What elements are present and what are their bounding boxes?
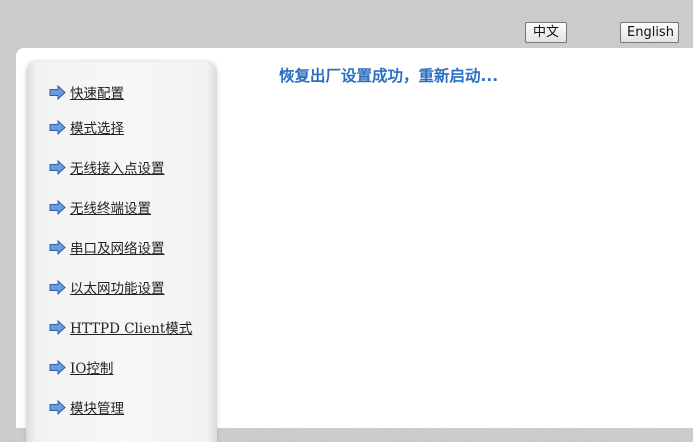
sidebar-item-label[interactable]: 串口及网络设置 [70,237,165,257]
status-message: 恢复出厂设置成功，重新启动... [279,67,499,85]
lang-chinese-button[interactable]: 中文 [525,22,567,43]
lang-english-button[interactable]: English [620,22,679,43]
sidebar-item-io-control[interactable]: IO控制 [49,357,113,377]
arrow-right-icon [49,279,66,295]
arrow-right-icon [49,359,66,375]
sidebar-item-httpd-client[interactable]: HTTPD Client模式 [49,317,192,337]
sidebar-item-label[interactable]: 快速配置 [70,82,124,102]
sidebar-item-ethernet[interactable]: 以太网功能设置 [49,277,165,297]
sidebar-item-label[interactable]: IO控制 [70,357,113,377]
sidebar-item-label[interactable]: 无线终端设置 [70,197,151,217]
sidebar-item-label[interactable]: 以太网功能设置 [70,277,165,297]
arrow-right-icon [49,84,66,100]
sidebar-menu: 快速配置 模式选择 无线接入点设置 无线终端设置 串口及网络设置 以太网功能设置… [26,62,217,442]
sidebar-item-label[interactable]: 模式选择 [70,117,124,137]
sidebar-item-label[interactable]: 无线接入点设置 [70,157,165,177]
sidebar-item-label[interactable]: 模块管理 [70,397,124,417]
arrow-right-icon [49,119,66,135]
content-panel: 快速配置 模式选择 无线接入点设置 无线终端设置 串口及网络设置 以太网功能设置… [16,48,693,442]
sidebar-item-module-management[interactable]: 模块管理 [49,397,124,417]
arrow-right-icon [49,239,66,255]
arrow-right-icon [49,159,66,175]
sidebar-item-serial-network[interactable]: 串口及网络设置 [49,237,165,257]
sidebar-item-mode-select[interactable]: 模式选择 [49,117,124,137]
arrow-right-icon [49,319,66,335]
arrow-right-icon [49,399,66,415]
arrow-right-icon [49,199,66,215]
sidebar-item-quick-config[interactable]: 快速配置 [49,82,124,102]
sidebar-item-label[interactable]: HTTPD Client模式 [70,317,192,337]
sidebar-item-wireless-ap[interactable]: 无线接入点设置 [49,157,165,177]
page: { "header": { "lang_zh_label": "中文", "la… [0,0,693,442]
sidebar-item-wireless-station[interactable]: 无线终端设置 [49,197,151,217]
